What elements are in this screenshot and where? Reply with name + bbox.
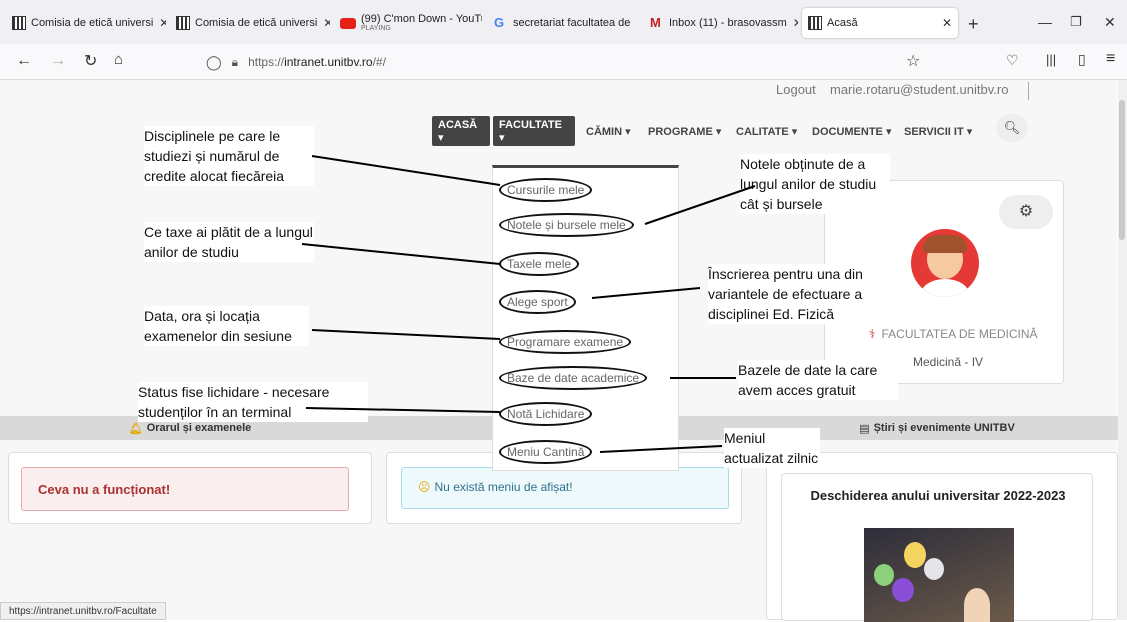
line-taxe xyxy=(301,243,501,265)
line-lichidare xyxy=(305,407,501,413)
annotation-lines xyxy=(301,155,756,453)
line-meniu xyxy=(599,445,723,453)
line-examene xyxy=(311,329,501,340)
line-cursuri xyxy=(311,155,501,186)
line-note xyxy=(644,185,756,225)
line-sport xyxy=(591,287,701,299)
